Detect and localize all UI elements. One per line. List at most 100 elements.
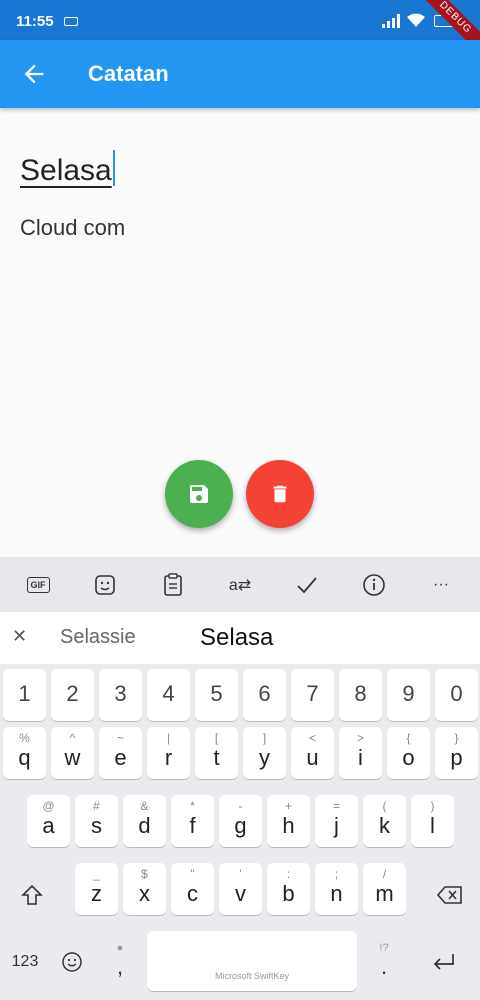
key-3[interactable]: 3 (99, 669, 142, 721)
clipboard-icon[interactable] (160, 572, 186, 598)
key-alt-label: ) (430, 799, 435, 813)
back-arrow-icon[interactable] (20, 60, 48, 88)
key-f[interactable]: * f (171, 795, 214, 847)
key-alt-label: + (284, 799, 292, 813)
key-t[interactable]: [t (195, 727, 238, 779)
key-alt-label: @ (42, 799, 55, 813)
key-z[interactable]: _ z (75, 863, 118, 915)
key-s[interactable]: # s (75, 795, 118, 847)
key-r[interactable]: | r (147, 727, 190, 779)
key-alt-label: > (356, 731, 364, 745)
key-alt-label: ^ (69, 731, 76, 745)
key-y[interactable]: ] y (243, 727, 286, 779)
status-time: 11:55 (16, 13, 54, 30)
key-alt-label: : (286, 867, 291, 881)
key-label: 9 (402, 681, 415, 706)
key-2[interactable]: 2 (51, 669, 94, 721)
key-alt-label: { (406, 731, 411, 745)
collapse-icon[interactable]: ✕ (12, 626, 27, 647)
translate-icon[interactable]: a⇄ (227, 572, 253, 598)
key-u[interactable]: < u (291, 727, 334, 779)
key-label: b (282, 881, 295, 906)
key-label: 8 (354, 681, 367, 706)
key-alt-label: [ (214, 731, 219, 745)
key-c[interactable]: " c (171, 863, 214, 915)
key-k[interactable]: (k (363, 795, 406, 847)
key-label: 5 (210, 681, 223, 706)
key-l[interactable]: ) l (411, 795, 454, 847)
key-label: r (164, 745, 173, 770)
key-alt-label: " (190, 867, 195, 881)
key-9[interactable]: 9 (387, 669, 430, 721)
key-alt-label: - (238, 799, 243, 813)
space-key[interactable]: Microsoft SwiftKey (147, 931, 357, 991)
status-bar: 11:55 DEBUG (0, 0, 480, 63)
key-j[interactable]: = j (315, 795, 358, 847)
key-label: e (114, 745, 127, 770)
key-n[interactable]: ; n (315, 863, 358, 915)
key-alt-label: ; (334, 867, 339, 881)
text-cursor (112, 150, 115, 186)
key-p[interactable]: } p (435, 727, 478, 779)
key-o[interactable]: {o (387, 727, 430, 779)
key-8[interactable]: 8 (339, 669, 382, 721)
key-g[interactable]: -g (219, 795, 262, 847)
suggestion-center[interactable]: Selasa (200, 624, 273, 652)
key-label: 2 (66, 681, 79, 706)
key-alt-label: | (166, 731, 171, 745)
key-label: 7 (306, 681, 319, 706)
key-label: 3 (114, 681, 127, 706)
key-m[interactable]: / m (363, 863, 406, 915)
key-alt-label: ( (382, 799, 387, 813)
keyboard-toolbar: GIF a⇄ ··· (0, 557, 480, 612)
sticker-icon[interactable] (92, 572, 118, 598)
save-button[interactable] (165, 460, 233, 528)
key-d[interactable]: & d (123, 795, 166, 847)
backspace-icon[interactable] (430, 875, 470, 915)
key-alt-label: % (19, 731, 30, 745)
key-0[interactable]: 0 (435, 669, 478, 721)
more-icon[interactable]: ··· (428, 572, 454, 598)
key-alt-label: ~ (116, 731, 124, 745)
key-label: f (189, 813, 196, 838)
key-label: c (187, 881, 198, 906)
key-label: j (334, 813, 339, 838)
key-h[interactable]: + h (267, 795, 310, 847)
key-i[interactable]: > i (339, 727, 382, 779)
enter-icon[interactable] (422, 942, 466, 982)
comma-key[interactable]: ● , (100, 931, 140, 991)
key-6[interactable]: 6 (243, 669, 286, 721)
key-q[interactable]: % q (3, 727, 46, 779)
key-5[interactable]: 5 (195, 669, 238, 721)
key-v[interactable]: ' v (219, 863, 262, 915)
key-7[interactable]: 7 (291, 669, 334, 721)
delete-button[interactable] (246, 460, 314, 528)
key-label: n (330, 881, 343, 906)
emoji-icon[interactable] (56, 942, 88, 982)
key-e[interactable]: ~ e (99, 727, 142, 779)
info-icon[interactable] (361, 572, 387, 598)
gif-icon[interactable]: GIF (25, 572, 51, 598)
note-body-input[interactable]: Cloud com (20, 215, 125, 241)
key-label: a (42, 813, 55, 838)
key-label: u (306, 745, 319, 770)
suggestion-left[interactable]: Selassie (60, 626, 136, 649)
check-icon[interactable] (294, 572, 320, 598)
key-1[interactable]: 1 (3, 669, 46, 721)
key-alt-label: ' (239, 867, 242, 881)
period-key[interactable]: !? . (364, 931, 404, 991)
key-a[interactable]: @ a (27, 795, 70, 847)
key-alt-label: ] (262, 731, 267, 745)
key-b[interactable]: :b (267, 863, 310, 915)
note-title-input[interactable]: Selasa (20, 150, 115, 188)
numbers-switch-key[interactable]: 123 (5, 942, 45, 982)
key-4[interactable]: 4 (147, 669, 190, 721)
key-w[interactable]: ^ w (51, 727, 94, 779)
shift-icon[interactable] (14, 875, 50, 915)
key-x[interactable]: $ x (123, 863, 166, 915)
comma-label: , (116, 954, 124, 979)
key-label: m (375, 881, 394, 906)
note-title-text: Selasa (20, 154, 112, 187)
period-label: . (380, 954, 388, 979)
wifi-icon (407, 13, 425, 27)
